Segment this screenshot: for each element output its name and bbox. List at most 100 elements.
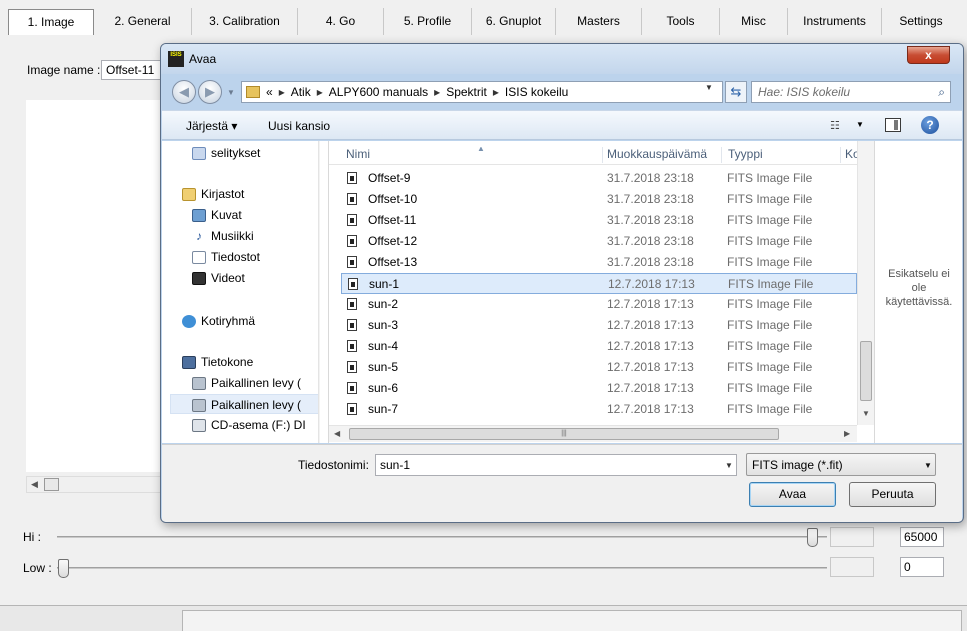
filename-input[interactable]: sun-1 [375, 454, 737, 476]
breadcrumb-separator-icon[interactable]: ▸ [279, 85, 285, 99]
filetype-chevron-down-icon[interactable]: ▼ [924, 461, 932, 470]
nav-item-kirjastot[interactable]: Kirjastot [182, 184, 244, 204]
address-bar: ◀ ▶ ▼ « ▸ Atik ▸ ALPY600 manuals ▸ Spekt… [169, 78, 955, 106]
file-row[interactable]: Offset-11 31.7.2018 23:18 FITS Image File [341, 210, 857, 231]
filename-chevron-down-icon[interactable]: ▼ [725, 461, 733, 470]
file-row[interactable]: sun-4 12.7.2018 17:13 FITS Image File [341, 336, 857, 357]
tab-general[interactable]: 2. General [94, 8, 192, 35]
low-value-input[interactable]: 0 [900, 557, 944, 577]
scroll-thumb[interactable] [860, 341, 872, 401]
tab-settings[interactable]: Settings [882, 8, 960, 35]
cancel-button[interactable]: Peruuta [849, 482, 936, 507]
low-label: Low : [23, 561, 52, 575]
close-button[interactable]: x [907, 46, 950, 64]
file-row[interactable]: sun-7 12.7.2018 17:13 FITS Image File [341, 399, 857, 420]
address-chevron-down-icon[interactable]: ▼ [705, 83, 713, 92]
nav-item-local-disk-2[interactable]: Paikallinen levy ( [170, 394, 320, 414]
nav-item-kuvat[interactable]: Kuvat [192, 205, 242, 225]
navigation-scrollbar[interactable]: ▲ ▼ [318, 141, 320, 443]
file-row[interactable]: sun-1 12.7.2018 17:13 FITS Image File [341, 273, 857, 294]
tab-instruments[interactable]: Instruments [788, 8, 882, 35]
tab-profile[interactable]: 5. Profile [384, 8, 472, 35]
breadcrumb-separator-icon[interactable]: ▸ [434, 85, 440, 99]
column-header-date[interactable]: Muokkauspäivämä [604, 147, 722, 163]
breadcrumb-item-alpy600-manuals[interactable]: ALPY600 manuals [329, 85, 428, 99]
breadcrumb-separator-icon[interactable]: ▸ [493, 85, 499, 99]
image-canvas[interactable] [26, 100, 166, 472]
nav-item-videot[interactable]: Videot [192, 268, 245, 288]
hi-slider-thumb[interactable] [807, 528, 818, 547]
column-header-type[interactable]: Tyyppi [723, 147, 841, 163]
search-input[interactable]: Hae: ISIS kokeilu ⌕ [751, 81, 951, 103]
tab-go[interactable]: 4. Go [298, 8, 384, 35]
file-list-vertical-scrollbar[interactable]: ▼ [857, 141, 874, 425]
pictures-icon [192, 209, 206, 223]
nav-item-tietokone[interactable]: Tietokone [182, 352, 253, 372]
tab-misc[interactable]: Misc [720, 8, 788, 35]
drive-icon [192, 377, 206, 391]
file-row[interactable]: sun-5 12.7.2018 17:13 FITS Image File [341, 357, 857, 378]
tab-calibration[interactable]: 3. Calibration [192, 8, 298, 35]
scroll-thumb[interactable]: ||| [349, 428, 779, 440]
new-folder-button[interactable]: Uusi kansio [268, 119, 330, 133]
forward-button[interactable]: ▶ [198, 80, 222, 104]
file-row[interactable]: sun-2 12.7.2018 17:13 FITS Image File [341, 294, 857, 315]
low-slider-thumb[interactable] [58, 559, 69, 578]
breadcrumb[interactable]: « ▸ Atik ▸ ALPY600 manuals ▸ Spektrit ▸ … [241, 81, 723, 103]
view-chevron-down-icon[interactable]: ▼ [856, 120, 864, 129]
tab-image[interactable]: 1. Image [8, 9, 94, 35]
preview-pane-toggle-icon[interactable] [885, 118, 901, 132]
help-icon[interactable]: ? [921, 116, 939, 134]
file-row[interactable]: Offset-12 31.7.2018 23:18 FITS Image File [341, 231, 857, 252]
scroll-right-arrow-icon[interactable]: ▶ [844, 429, 850, 438]
filetype-select[interactable]: FITS image (*.fit) [746, 453, 936, 476]
back-button[interactable]: ◀ [172, 80, 196, 104]
tab-gnuplot[interactable]: 6. Gnuplot [472, 8, 556, 35]
dialog-titlebar[interactable]: ISIS Avaa x [161, 44, 963, 74]
scroll-left-arrow-icon[interactable]: ◀ [334, 429, 340, 438]
search-icon[interactable]: ⌕ [938, 85, 945, 100]
file-row[interactable]: Offset-9 31.7.2018 23:18 FITS Image File [341, 168, 857, 189]
view-options-icon[interactable]: ☷ [830, 119, 840, 132]
hi-value-input[interactable]: 65000 [900, 527, 944, 547]
organize-menu-button[interactable]: Järjestä ▾ [186, 119, 237, 133]
tab-masters[interactable]: Masters [556, 8, 642, 35]
music-icon: ♪ [192, 230, 206, 244]
nav-item-tiedostot[interactable]: Tiedostot [192, 247, 260, 267]
file-list-horizontal-scrollbar[interactable]: ◀ ||| ▶ [329, 425, 857, 442]
scroll-thumb[interactable] [44, 478, 59, 491]
nav-item-kotiryhma[interactable]: Kotiryhmä [182, 311, 255, 331]
image-name-field[interactable]: Offset-11 [101, 60, 161, 80]
nav-item-local-disk-1[interactable]: Paikallinen levy ( [192, 373, 301, 393]
open-button[interactable]: Avaa [749, 482, 836, 507]
file-type: FITS Image File [727, 297, 813, 311]
file-row[interactable]: Offset-10 31.7.2018 23:18 FITS Image File [341, 189, 857, 210]
scroll-left-arrow-icon[interactable]: ◀ [31, 479, 38, 490]
hi-slider-track[interactable] [57, 536, 827, 538]
tab-tools[interactable]: Tools [642, 8, 720, 35]
breadcrumb-item-isis-kokeilu[interactable]: ISIS kokeilu [505, 85, 568, 99]
file-row[interactable]: sun-3 12.7.2018 17:13 FITS Image File [341, 315, 857, 336]
recent-locations-chevron-down-icon[interactable]: ▼ [227, 88, 235, 97]
nav-item-musiikki[interactable]: ♪ Musiikki [192, 226, 254, 246]
nav-item-selitykset[interactable]: selitykset [192, 143, 260, 163]
breadcrumb-separator-icon[interactable]: ▸ [317, 85, 323, 99]
file-name: Offset-11 [368, 213, 417, 227]
low-slider-track[interactable] [57, 567, 827, 569]
filename-label: Tiedostonimi: [298, 458, 369, 472]
refresh-icon: ⇆ [730, 84, 742, 99]
breadcrumb-item-spektrit[interactable]: Spektrit [446, 85, 487, 99]
column-header-name[interactable]: Nimi ▲ [341, 147, 603, 163]
image-horizontal-scrollbar[interactable]: ◀ [26, 476, 166, 493]
nav-item-cd-drive[interactable]: CD-asema (F:) DI [192, 415, 306, 435]
file-type: FITS Image File [727, 318, 813, 332]
bottom-window-strip [0, 605, 967, 631]
refresh-button[interactable]: ⇆ [725, 81, 747, 103]
breadcrumb-item-atik[interactable]: Atik [291, 85, 311, 99]
breadcrumb-overflow[interactable]: « [266, 85, 273, 99]
arrow-right-icon: ▶ [205, 84, 215, 99]
file-row[interactable]: sun-6 12.7.2018 17:13 FITS Image File [341, 378, 857, 399]
file-row[interactable]: Offset-13 31.7.2018 23:18 FITS Image File [341, 252, 857, 273]
scroll-down-arrow-icon[interactable]: ▼ [862, 409, 870, 418]
column-header-size[interactable]: Ko [842, 147, 857, 163]
